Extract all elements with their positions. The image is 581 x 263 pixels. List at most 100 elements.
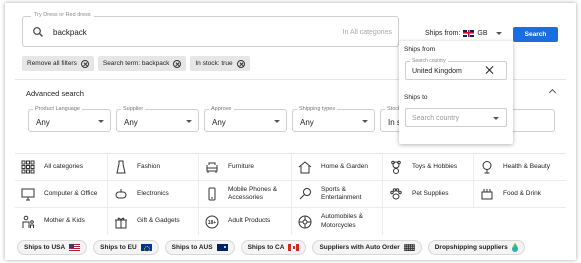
chevron-up-icon[interactable] bbox=[548, 88, 557, 97]
tag-ships-to-ca[interactable]: Ships to CA bbox=[240, 240, 307, 255]
chip-in-stock[interactable]: In stock: true bbox=[190, 56, 250, 71]
close-icon[interactable] bbox=[173, 59, 182, 68]
category-electronics[interactable]: Electronics bbox=[108, 181, 199, 208]
category-toys-hobbies[interactable]: Toys & Hobbies bbox=[383, 154, 474, 181]
category-hint[interactable]: In All categories bbox=[343, 29, 392, 36]
category-gift-gadgets[interactable]: Gift & Gadgets bbox=[108, 208, 199, 235]
category-label: Adult Products bbox=[228, 217, 271, 225]
keyboard-icon bbox=[403, 244, 415, 251]
ships-to-placeholder[interactable]: Search country bbox=[412, 115, 459, 122]
category-label: Computer & Office bbox=[44, 189, 98, 197]
filter-value: Any bbox=[212, 118, 226, 127]
ca-flag-icon bbox=[288, 244, 300, 251]
field-label: Search country bbox=[410, 58, 448, 64]
chip-remove-all[interactable]: Remove all filters bbox=[22, 56, 94, 71]
ships-dropdown-panel: Ships from Search country United Kingdom… bbox=[399, 41, 513, 144]
phone-icon bbox=[208, 187, 216, 201]
gift-icon bbox=[115, 217, 127, 228]
close-icon[interactable] bbox=[236, 59, 245, 68]
category-mother-kids[interactable]: Mother & Kids bbox=[15, 208, 108, 235]
category-label: Home & Garden bbox=[321, 162, 368, 170]
search-icon bbox=[33, 27, 43, 37]
ships-from-label: Ships from: bbox=[425, 29, 461, 37]
ships-from-select[interactable]: Ships from: GB bbox=[403, 23, 509, 43]
category-label: Mother & Kids bbox=[44, 217, 85, 225]
mother-child-icon bbox=[22, 215, 34, 228]
chevron-down-icon bbox=[186, 120, 192, 123]
search-button[interactable]: Search bbox=[513, 27, 558, 42]
advanced-search-title[interactable]: Advanced search bbox=[26, 89, 84, 98]
filter-product-language[interactable]: Product Language Any bbox=[28, 106, 111, 132]
tag-ships-to-aus[interactable]: Ships to AUS bbox=[164, 240, 235, 255]
tag-label: Ships to AUS bbox=[171, 244, 213, 251]
quick-filter-tags: Ships to USA Ships to EU Ships to AUS Sh… bbox=[17, 240, 525, 255]
sofa-icon bbox=[206, 162, 218, 173]
eu-flag-icon bbox=[140, 244, 152, 252]
monitor-icon bbox=[21, 188, 35, 201]
chevron-down-icon bbox=[362, 120, 368, 123]
category-label: Pet Supplies bbox=[412, 189, 449, 197]
mirror-icon bbox=[482, 161, 492, 174]
category-food-drink[interactable]: Food & Drink bbox=[474, 181, 566, 208]
ships-from-country: GB bbox=[477, 29, 488, 37]
category-label: Toys & Hobbies bbox=[412, 162, 458, 170]
ships-to-country-field[interactable]: Search country bbox=[405, 108, 507, 127]
filter-approve[interactable]: Approve Any bbox=[204, 106, 287, 132]
category-computer-office[interactable]: Computer & Office bbox=[15, 181, 108, 208]
filter-value: Any bbox=[36, 118, 50, 127]
category-pet-supplies[interactable]: Pet Supplies bbox=[383, 181, 474, 208]
category-automobiles[interactable]: Automobiles & Motorcycles bbox=[292, 208, 383, 235]
category-label: Mobile Phones & Accessories bbox=[228, 185, 278, 201]
active-filter-chips: Remove all filters Search term: backpack… bbox=[22, 56, 250, 71]
category-fashion[interactable]: Fashion bbox=[108, 154, 199, 181]
category-label: Sports & Entertainment bbox=[321, 185, 362, 201]
chevron-down-icon bbox=[493, 117, 499, 120]
product-search-page: Try Dress or Red dress backpack In All c… bbox=[5, 3, 576, 260]
search-floating-label: Try Dress or Red dress bbox=[31, 12, 94, 18]
tag-label: Ships to EU bbox=[100, 244, 137, 251]
category-all[interactable]: All categories bbox=[15, 154, 108, 181]
tag-ships-to-eu[interactable]: Ships to EU bbox=[93, 240, 159, 255]
chip-label: Search term: backpack bbox=[102, 60, 170, 67]
clear-icon[interactable] bbox=[485, 66, 493, 74]
filter-value: Any bbox=[300, 118, 314, 127]
tag-label: Suppliers with Auto Order bbox=[319, 244, 400, 251]
selected-country[interactable]: United Kingdom bbox=[412, 68, 462, 75]
search-value[interactable]: backpack bbox=[53, 28, 87, 37]
tag-label: Ships to CA bbox=[247, 244, 285, 251]
tag-ships-to-usa[interactable]: Ships to USA bbox=[17, 240, 88, 255]
chevron-down-icon bbox=[98, 120, 104, 123]
category-furniture[interactable]: Furniture bbox=[199, 154, 292, 181]
category-adult-products[interactable]: 18+ Adult Products bbox=[199, 208, 292, 235]
chevron-down-icon bbox=[496, 32, 502, 35]
filter-label: Supplier bbox=[121, 106, 146, 112]
mouse-icon bbox=[115, 189, 127, 199]
filter-shipping-types[interactable]: Shipping types Any bbox=[292, 106, 375, 132]
category-health-beauty[interactable]: Health & Beauty bbox=[474, 154, 566, 181]
filter-label: Shipping types bbox=[297, 106, 338, 112]
category-grid: All categories Fashion Furniture Home & … bbox=[15, 153, 566, 235]
search-input[interactable]: Try Dress or Red dress backpack In All c… bbox=[22, 12, 399, 47]
category-label: Health & Beauty bbox=[503, 162, 550, 170]
paw-icon bbox=[390, 188, 402, 200]
drop-icon bbox=[511, 243, 518, 252]
chip-search-term[interactable]: Search term: backpack bbox=[97, 56, 187, 71]
category-label: Food & Drink bbox=[503, 189, 541, 197]
close-icon[interactable] bbox=[80, 59, 89, 68]
tag-label: Ships to USA bbox=[24, 244, 66, 251]
category-sports[interactable]: Sports & Entertainment bbox=[292, 181, 383, 208]
category-home-garden[interactable]: Home & Garden bbox=[292, 154, 383, 181]
category-label: Gift & Gadgets bbox=[137, 217, 180, 225]
dress-icon bbox=[116, 160, 126, 174]
ships-from-country-field[interactable]: Search country United Kingdom bbox=[405, 58, 507, 80]
ships-to-heading: Ships to bbox=[404, 94, 428, 101]
chip-label: In stock: true bbox=[195, 60, 233, 67]
tag-auto-order-suppliers[interactable]: Suppliers with Auto Order bbox=[312, 240, 422, 255]
filter-supplier[interactable]: Supplier Any bbox=[116, 106, 199, 132]
filter-label: Approve bbox=[209, 106, 234, 112]
tag-dropshipping-suppliers[interactable]: Dropshipping suppliers bbox=[427, 240, 525, 255]
category-label: Fashion bbox=[137, 162, 161, 170]
category-mobile-phones[interactable]: Mobile Phones & Accessories bbox=[199, 181, 292, 208]
au-flag-icon bbox=[216, 244, 228, 251]
tag-label: Dropshipping suppliers bbox=[434, 244, 508, 251]
